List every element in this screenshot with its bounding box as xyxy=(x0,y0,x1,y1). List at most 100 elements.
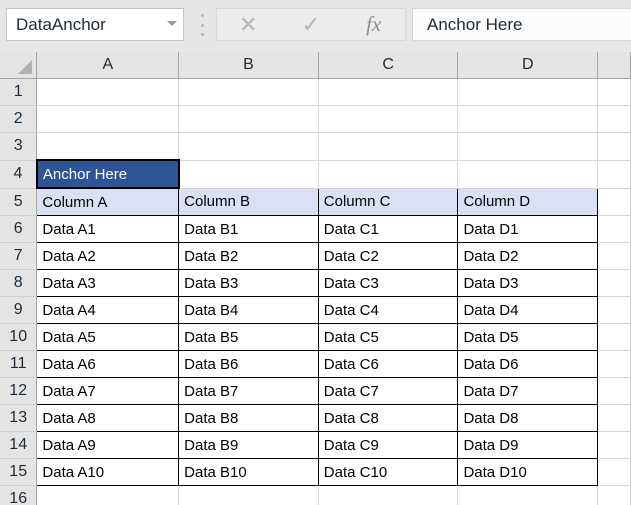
cell-D13[interactable]: Data D8 xyxy=(457,404,599,432)
cell-C10[interactable]: Data C5 xyxy=(317,323,459,351)
cell-E9[interactable] xyxy=(597,296,631,324)
cell-E14[interactable] xyxy=(597,431,631,459)
row-header-3[interactable]: 3 xyxy=(0,132,38,161)
cell-A1[interactable] xyxy=(36,78,180,106)
cell-A9[interactable]: Data A4 xyxy=(36,296,180,324)
insert-function-button[interactable]: fx xyxy=(346,9,402,40)
cell-D3[interactable] xyxy=(457,132,599,161)
cell-D14[interactable]: Data D9 xyxy=(457,431,599,459)
cell-B13[interactable]: Data B8 xyxy=(178,404,319,432)
table-column-header-B[interactable]: Column B xyxy=(178,187,319,216)
cell-A3[interactable] xyxy=(36,132,180,161)
cell-A6[interactable]: Data A1 xyxy=(36,215,180,243)
cell-C16[interactable] xyxy=(318,485,459,505)
cell-A7[interactable]: Data A2 xyxy=(36,242,180,270)
cell-D10[interactable]: Data D5 xyxy=(457,323,599,351)
cell-B12[interactable]: Data B7 xyxy=(178,377,319,405)
row-header-8[interactable]: 8 xyxy=(0,269,38,297)
column-header-a[interactable]: A xyxy=(36,52,180,79)
cell-E15[interactable] xyxy=(597,458,631,486)
row-header-6[interactable]: 6 xyxy=(0,215,38,243)
cell-C8[interactable]: Data C3 xyxy=(317,269,459,297)
row-header-14[interactable]: 14 xyxy=(0,431,38,459)
cell-E16[interactable] xyxy=(597,485,631,505)
cell-B14[interactable]: Data B9 xyxy=(178,431,319,459)
cell-B8[interactable]: Data B3 xyxy=(178,269,319,297)
row-header-2[interactable]: 2 xyxy=(0,105,38,133)
cell-E7[interactable] xyxy=(597,242,631,270)
cell-A8[interactable]: Data A3 xyxy=(36,269,180,297)
cell-D9[interactable]: Data D4 xyxy=(457,296,599,324)
cell-A10[interactable]: Data A5 xyxy=(36,323,180,351)
row-header-12[interactable]: 12 xyxy=(0,377,38,405)
cell-D8[interactable]: Data D3 xyxy=(457,269,599,297)
cell-C12[interactable]: Data C7 xyxy=(317,377,459,405)
cell-C4[interactable] xyxy=(318,160,459,189)
row-header-4[interactable]: 4 xyxy=(0,160,38,189)
cell-C7[interactable]: Data C2 xyxy=(317,242,459,270)
enter-button[interactable]: ✓ xyxy=(283,9,339,40)
formula-input[interactable]: Anchor Here xyxy=(412,8,631,41)
column-header-e[interactable] xyxy=(597,52,631,79)
cell-D6[interactable]: Data D1 xyxy=(457,215,599,243)
row-header-9[interactable]: 9 xyxy=(0,296,38,324)
cell-D11[interactable]: Data D6 xyxy=(457,350,599,378)
cell-D2[interactable] xyxy=(457,105,599,133)
row-header-5[interactable]: 5 xyxy=(0,188,38,216)
cell-C13[interactable]: Data C8 xyxy=(317,404,459,432)
select-all-button[interactable] xyxy=(0,52,38,79)
cell-E11[interactable] xyxy=(597,350,631,378)
cell-D16[interactable] xyxy=(457,485,599,505)
cell-E8[interactable] xyxy=(597,269,631,297)
cell-B6[interactable]: Data B1 xyxy=(178,215,319,243)
cell-C11[interactable]: Data C6 xyxy=(317,350,459,378)
cell-B7[interactable]: Data B2 xyxy=(178,242,319,270)
row-header-7[interactable]: 7 xyxy=(0,242,38,270)
cell-A12[interactable]: Data A7 xyxy=(36,377,180,405)
cell-B10[interactable]: Data B5 xyxy=(178,323,319,351)
cell-C14[interactable]: Data C9 xyxy=(317,431,459,459)
cell-B11[interactable]: Data B6 xyxy=(178,350,319,378)
cell-B9[interactable]: Data B4 xyxy=(178,296,319,324)
cell-B1[interactable] xyxy=(178,78,319,106)
chevron-down-icon[interactable] xyxy=(161,21,183,28)
spreadsheet-grid[interactable]: A B C D 1 2 3 4 Anchor Here 5 Column A Column B… xyxy=(0,52,631,505)
column-header-b[interactable]: B xyxy=(178,52,319,79)
row-header-16[interactable]: 16 xyxy=(0,485,38,505)
cell-A2[interactable] xyxy=(36,105,180,133)
table-column-header-D[interactable]: Column D xyxy=(457,187,599,216)
cell-E2[interactable] xyxy=(597,105,631,133)
column-header-d[interactable]: D xyxy=(457,52,599,79)
cell-A13[interactable]: Data A8 xyxy=(36,404,180,432)
cell-B4[interactable] xyxy=(178,160,319,189)
formula-input-value[interactable]: Anchor Here xyxy=(413,15,522,35)
row-header-15[interactable]: 15 xyxy=(0,458,38,486)
cell-E12[interactable] xyxy=(597,377,631,405)
row-header-11[interactable]: 11 xyxy=(0,350,38,378)
cell-C6[interactable]: Data C1 xyxy=(317,215,459,243)
cell-A11[interactable]: Data A6 xyxy=(36,350,180,378)
cell-A15[interactable]: Data A10 xyxy=(36,458,180,486)
table-column-header-A[interactable]: Column A xyxy=(36,187,180,216)
cell-B2[interactable] xyxy=(178,105,319,133)
cell-E10[interactable] xyxy=(597,323,631,351)
row-header-10[interactable]: 10 xyxy=(0,323,38,351)
row-header-13[interactable]: 13 xyxy=(0,404,38,432)
cell-D7[interactable]: Data D2 xyxy=(457,242,599,270)
cell-B16[interactable] xyxy=(178,485,319,505)
name-box-value[interactable]: DataAnchor xyxy=(7,15,161,35)
cell-C1[interactable] xyxy=(318,78,459,106)
cell-E3[interactable] xyxy=(597,132,631,161)
cancel-button[interactable]: ✕ xyxy=(220,9,276,40)
cell-E13[interactable] xyxy=(597,404,631,432)
selected-cell-A4[interactable]: Anchor Here xyxy=(35,159,180,189)
cell-D15[interactable]: Data D10 xyxy=(457,458,599,486)
name-box[interactable]: DataAnchor xyxy=(6,8,184,41)
row-header-1[interactable]: 1 xyxy=(0,78,38,106)
cell-C3[interactable] xyxy=(318,132,459,161)
cell-D1[interactable] xyxy=(457,78,599,106)
cell-B15[interactable]: Data B10 xyxy=(178,458,319,486)
cell-E4[interactable] xyxy=(597,160,631,189)
cell-D12[interactable]: Data D7 xyxy=(457,377,599,405)
cell-D4[interactable] xyxy=(457,160,599,189)
